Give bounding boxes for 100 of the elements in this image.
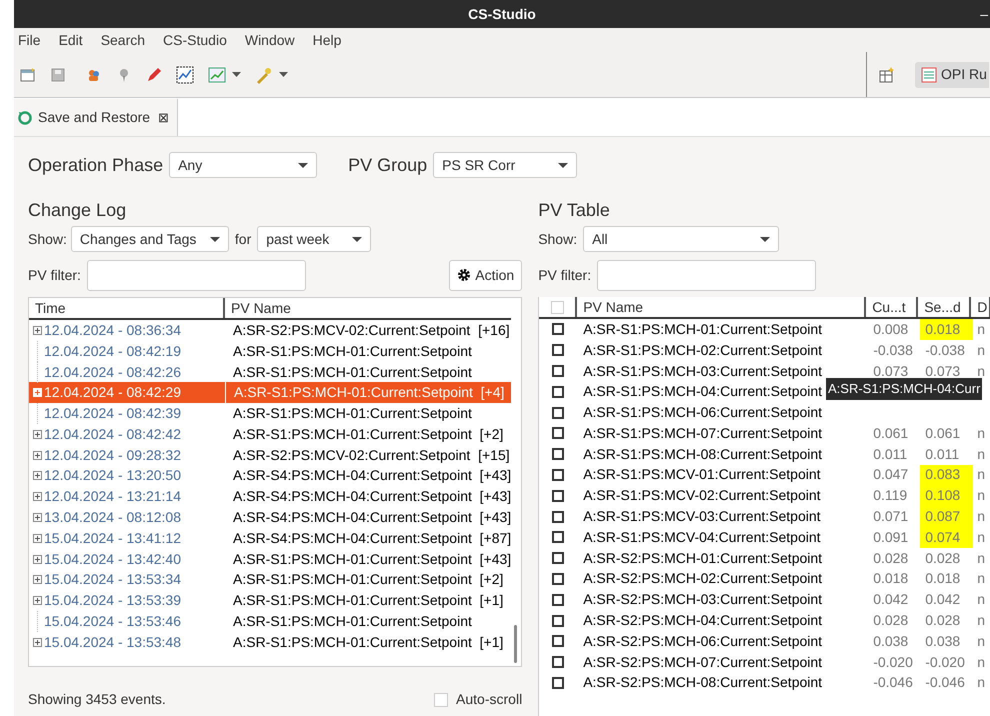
table-cell-text: 0.018 xyxy=(924,569,960,588)
dropdown[interactable]: Any xyxy=(169,152,318,178)
view-tab[interactable]: Save and Restore ⊠ xyxy=(14,99,178,136)
checkbox[interactable] xyxy=(552,594,564,606)
dropdown[interactable]: All xyxy=(583,226,780,252)
table-cell-text: A:SR-S4:PS:MCH-04:Current:Setpoint [+43] xyxy=(232,466,512,486)
table-cell: 0.061 xyxy=(873,424,908,441)
checkbox[interactable] xyxy=(552,323,564,336)
checkbox[interactable] xyxy=(552,635,564,648)
table-row[interactable]: 13.04.2024 - 08:12:08 A:SR-S4:PS:MCH-04:Current:Setpoint [+43] xyxy=(29,507,512,528)
checkbox[interactable] xyxy=(552,364,564,377)
open-perspective-icon[interactable] xyxy=(879,66,895,82)
checkbox[interactable] xyxy=(552,344,564,356)
dropdown[interactable]: past week xyxy=(257,226,372,252)
new-file-icon[interactable] xyxy=(20,66,36,82)
table-cell-text: 0.038 xyxy=(924,632,960,651)
checkbox[interactable] xyxy=(552,427,564,440)
table-cell: n xyxy=(977,528,985,545)
dropdown[interactable]: Changes and Tags xyxy=(70,226,229,252)
menu-item[interactable]: Search xyxy=(100,30,146,50)
table-row[interactable]: 15.04.2024 - 13:53:39 A:SR-S1:PS:MCH-01:Current:Setpoint [+1] xyxy=(29,590,512,612)
menu-item[interactable]: CS-Studio xyxy=(163,30,227,50)
column-header[interactable]: PV Name xyxy=(225,298,291,318)
table-row[interactable]: 12.04.2024 - 13:21:14 A:SR-S4:PS:MCH-04:Current:Setpoint [+43] xyxy=(29,486,512,508)
table-row[interactable]: 12.04.2024 - 08:42:39 A:SR-S1:PS:MCH-01:Current:Setpoint xyxy=(29,403,512,424)
table-cell: n xyxy=(977,342,985,358)
table-cell-text: 15.04.2024 - 13:42:40 xyxy=(44,550,182,569)
table-row[interactable]: 12.04.2024 - 08:42:42 A:SR-S1:PS:MCH-01:Current:Setpoint [+2] xyxy=(29,424,512,445)
expand-icon[interactable] xyxy=(33,638,42,647)
checkbox[interactable] xyxy=(552,510,564,523)
table-row[interactable]: 15.04.2024 - 13:41:12 A:SR-S4:PS:MCH-04:Current:Setpoint [+87] xyxy=(29,528,512,549)
table-cell: A:SR-S1:PS:MCH-03:Current:Setpoint xyxy=(583,362,822,378)
perspective-button[interactable]: OPI Ru xyxy=(915,62,989,88)
table-cell: n xyxy=(977,612,985,628)
table-row[interactable]: 12.04.2024 - 08:42:19 A:SR-S1:PS:MCH-01:Current:Setpoint xyxy=(29,340,512,362)
expand-icon[interactable] xyxy=(33,596,42,606)
table-row[interactable]: 12.04.2024 - 08:36:34 A:SR-S2:PS:MCV-02:Current:Setpoint [+16] xyxy=(29,320,512,341)
checkbox[interactable] xyxy=(552,490,564,502)
chart-icon[interactable] xyxy=(176,66,194,84)
menu-item[interactable]: File xyxy=(18,30,41,50)
column-header[interactable]: PV Name xyxy=(577,297,866,317)
filter-field[interactable] xyxy=(86,260,306,290)
expand-icon[interactable] xyxy=(33,492,42,502)
table-row[interactable]: 12.04.2024 - 13:20:50 A:SR-S4:PS:MCH-04:Current:Setpoint [+43] xyxy=(29,466,512,486)
expand-icon[interactable] xyxy=(33,430,42,439)
restore-icon xyxy=(18,110,32,124)
table-row[interactable]: 12.04.2024 - 08:42:29 A:SR-S1:PS:MCH-01:Current:Setpoint [+4] xyxy=(29,382,512,404)
table-row[interactable]: 15.04.2024 - 13:42:40 A:SR-S1:PS:MCH-01:Current:Setpoint [+43] xyxy=(29,548,512,570)
minimize-button[interactable]: – xyxy=(980,4,988,24)
caret-icon xyxy=(760,236,770,242)
column-header[interactable]: D xyxy=(971,297,990,317)
table-row[interactable]: 15.04.2024 - 13:53:48 A:SR-S1:PS:MCH-01:Current:Setpoint [+1] xyxy=(29,632,512,653)
column-header[interactable]: Cu...t xyxy=(866,297,918,317)
table-cell: 0.011 xyxy=(873,446,908,462)
checkbox[interactable] xyxy=(552,531,564,544)
pencil-icon[interactable] xyxy=(146,66,162,82)
expand-icon[interactable] xyxy=(33,513,42,522)
action-button[interactable]: Action xyxy=(449,260,522,290)
table-cell: A:SR-S2:PS:MCH-02:Current:Setpoint xyxy=(583,570,822,586)
checkbox[interactable] xyxy=(552,406,564,419)
table-cell: -0.046 xyxy=(873,674,913,690)
tooltip: A:SR-S1:PS:MCH-04:Curr xyxy=(826,378,982,400)
table-row[interactable]: 12.04.2024 - 09:28:32 A:SR-S2:PS:MCV-02:Current:Setpoint [+15] xyxy=(29,444,512,466)
checkbox[interactable] xyxy=(552,614,564,627)
table-cell-text: A:SR-S1:PS:MCH-01:Current:Setpoint [+1] xyxy=(232,591,504,610)
column-header[interactable]: Time xyxy=(29,298,225,318)
menu-item[interactable]: Help xyxy=(312,30,342,50)
menu-item[interactable]: Window xyxy=(244,30,295,50)
dropdown[interactable]: PS SR Corr xyxy=(433,152,578,178)
checkbox[interactable] xyxy=(552,656,564,668)
checkbox[interactable] xyxy=(552,572,564,585)
expand-icon[interactable] xyxy=(33,554,42,564)
caret-icon xyxy=(210,236,220,242)
caret-icon xyxy=(558,162,568,168)
expand-icon[interactable] xyxy=(33,534,42,543)
filter-field[interactable] xyxy=(597,260,816,290)
table-cell-text: 15.04.2024 - 13:53:48 xyxy=(44,632,182,652)
checkbox[interactable] xyxy=(552,676,564,689)
close-button[interactable]: ⊠ xyxy=(158,108,170,128)
expand-icon[interactable] xyxy=(33,450,42,460)
menu-item[interactable]: Edit xyxy=(58,30,83,50)
expand-icon[interactable] xyxy=(33,575,42,584)
caret-icon[interactable] xyxy=(279,72,288,77)
checkbox[interactable] xyxy=(552,386,564,398)
table-cell-text: A:SR-S4:PS:MCH-04:Current:Setpoint [+87] xyxy=(232,528,512,548)
scrollbar-thumb[interactable] xyxy=(514,625,518,663)
table-row[interactable]: 15.04.2024 - 13:53:34 A:SR-S1:PS:MCH-01:Current:Setpoint [+2] xyxy=(29,570,512,590)
checkbox[interactable] xyxy=(552,448,564,460)
expand-icon[interactable] xyxy=(33,471,42,480)
table-cell-text: A:SR-S1:PS:MCH-01:Current:Setpoint [+1] xyxy=(232,632,504,652)
table-row[interactable]: 12.04.2024 - 08:42:26 A:SR-S1:PS:MCH-01:Current:Setpoint xyxy=(29,362,512,382)
column-header[interactable]: Se...d xyxy=(918,297,972,317)
table-row[interactable]: 15.04.2024 - 13:53:46 A:SR-S1:PS:MCH-01:Current:Setpoint xyxy=(29,611,512,632)
table-cell: 0.071 xyxy=(873,508,908,524)
checkbox[interactable] xyxy=(552,552,564,564)
table-cell-text: A:SR-S1:PS:MCH-01:Current:Setpoint [+2] xyxy=(232,424,504,444)
expand-icon[interactable] xyxy=(33,388,42,398)
caret-icon[interactable] xyxy=(232,72,241,77)
expand-icon[interactable] xyxy=(33,326,42,335)
checkbox[interactable] xyxy=(552,468,564,481)
